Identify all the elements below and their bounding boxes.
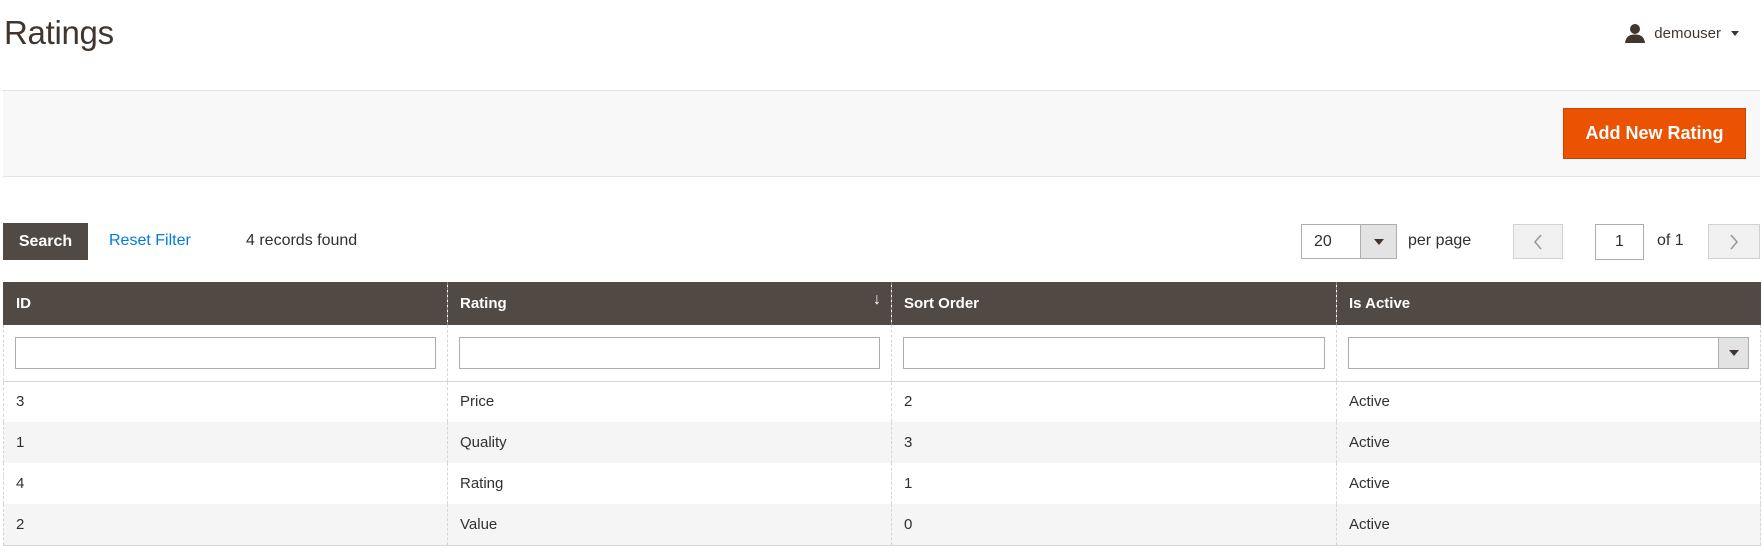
cell-id: 4 bbox=[3, 463, 448, 504]
user-icon bbox=[1624, 22, 1646, 44]
per-page-label: per page bbox=[1408, 232, 1472, 249]
filter-cell-is-active bbox=[1336, 325, 1761, 382]
column-header-id[interactable]: ID bbox=[3, 282, 448, 325]
table-row[interactable]: 2 Value 0 Active bbox=[3, 504, 1761, 546]
table-row[interactable]: 1 Quality 3 Active bbox=[3, 422, 1761, 463]
previous-page-button[interactable] bbox=[1513, 224, 1563, 259]
filter-is-active-select[interactable] bbox=[1348, 336, 1749, 369]
column-header-sort-order[interactable]: Sort Order bbox=[891, 282, 1337, 325]
next-page-button[interactable] bbox=[1708, 224, 1760, 259]
cell-is-active: Active bbox=[1336, 463, 1761, 504]
user-name: demouser bbox=[1654, 24, 1721, 42]
cell-is-active: Active bbox=[1336, 422, 1761, 463]
cell-sort-order: 2 bbox=[891, 381, 1337, 422]
records-count: 4 records found bbox=[246, 232, 358, 249]
column-header-rating[interactable]: Rating ↓ bbox=[447, 282, 892, 325]
filter-is-active-toggle[interactable] bbox=[1718, 337, 1748, 368]
per-page-value: 20 bbox=[1314, 233, 1332, 250]
page-actions-bar: Add New Rating bbox=[3, 90, 1760, 177]
chevron-right-icon bbox=[1730, 233, 1739, 250]
cell-rating: Rating bbox=[447, 463, 892, 504]
cell-is-active: Active bbox=[1336, 381, 1761, 422]
filter-id-input[interactable] bbox=[15, 336, 436, 369]
cell-id: 2 bbox=[3, 504, 448, 546]
cell-id: 3 bbox=[3, 381, 448, 422]
add-new-rating-button[interactable]: Add New Rating bbox=[1563, 108, 1746, 159]
per-page-select[interactable]: 20 bbox=[1301, 224, 1397, 259]
chevron-down-icon bbox=[1373, 238, 1384, 245]
grid-toolbar: Search Reset Filter 4 records found 20 p… bbox=[3, 223, 1760, 261]
page-total: of 1 bbox=[1657, 232, 1684, 249]
cell-rating: Quality bbox=[447, 422, 892, 463]
cell-id: 1 bbox=[3, 422, 448, 463]
grid-header-row: ID Rating ↓ Sort Order Is Active bbox=[3, 282, 1761, 325]
per-page-toggle[interactable] bbox=[1360, 225, 1396, 258]
cell-rating: Value bbox=[447, 504, 892, 546]
reset-filter-link[interactable]: Reset Filter bbox=[109, 232, 191, 250]
sort-arrow-icon: ↓ bbox=[873, 291, 881, 308]
table-row[interactable]: 3 Price 2 Active bbox=[3, 381, 1761, 422]
table-row[interactable]: 4 Rating 1 Active bbox=[3, 463, 1761, 504]
search-button[interactable]: Search bbox=[3, 223, 88, 260]
cell-sort-order: 1 bbox=[891, 463, 1337, 504]
cell-sort-order: 3 bbox=[891, 422, 1337, 463]
column-header-rating-label: Rating bbox=[460, 295, 507, 312]
chevron-down-icon bbox=[1731, 30, 1739, 36]
chevron-down-icon bbox=[1728, 349, 1739, 356]
filter-cell-rating bbox=[447, 325, 892, 382]
cell-sort-order: 0 bbox=[891, 504, 1337, 546]
chevron-left-icon bbox=[1533, 233, 1542, 250]
ratings-grid: ID Rating ↓ Sort Order Is Active 3 Price… bbox=[3, 282, 1761, 546]
filter-rating-input[interactable] bbox=[459, 336, 880, 369]
current-page-input[interactable] bbox=[1595, 224, 1644, 260]
filter-row bbox=[3, 325, 1761, 382]
page-title: Ratings bbox=[4, 14, 114, 51]
cell-rating: Price bbox=[447, 381, 892, 422]
filter-sort-order-input[interactable] bbox=[903, 336, 1325, 369]
user-menu[interactable]: demouser bbox=[1624, 22, 1739, 44]
column-header-is-active[interactable]: Is Active bbox=[1336, 282, 1761, 325]
cell-is-active: Active bbox=[1336, 504, 1761, 546]
filter-cell-id bbox=[3, 325, 448, 382]
filter-cell-sort-order bbox=[891, 325, 1337, 382]
